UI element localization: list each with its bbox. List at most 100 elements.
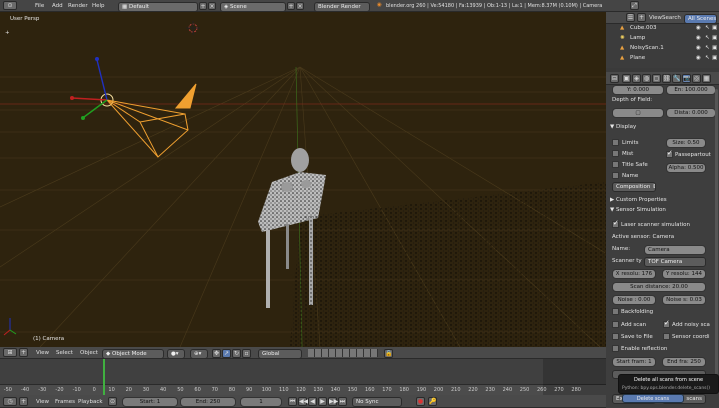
scene-add-icon[interactable]: +: [287, 2, 295, 10]
menu-file[interactable]: File: [35, 3, 44, 9]
clip-end-field[interactable]: En: 100.000: [666, 85, 716, 95]
render-icon[interactable]: ▣: [712, 25, 717, 31]
viewport-editor-type-icon[interactable]: ⊞: [3, 348, 17, 357]
render-icon[interactable]: ▣: [712, 45, 717, 51]
outliner-row[interactable]: ▲ Plane ◉ ↖ ▣: [606, 54, 719, 64]
constraints-tab-icon[interactable]: ⛓: [662, 74, 671, 83]
scale-icon[interactable]: ▫: [242, 349, 251, 358]
menu-help[interactable]: Help: [92, 3, 105, 9]
cursor-icon[interactable]: ↖: [705, 25, 710, 31]
cursor-icon[interactable]: ↖: [705, 35, 710, 41]
outliner-editor-type-icon[interactable]: ☰: [626, 13, 635, 22]
pivot-selector[interactable]: ⊕▾: [190, 349, 208, 359]
jump-end-icon[interactable]: ⏭: [338, 397, 347, 406]
passepartout-checkbox[interactable]: [666, 149, 673, 158]
editor-type-icon[interactable]: ⊙: [3, 1, 17, 10]
layout-close-icon[interactable]: ×: [208, 2, 216, 10]
layout-add-icon[interactable]: +: [199, 2, 207, 10]
render-tab-icon[interactable]: ▣: [622, 74, 631, 83]
jump-start-icon[interactable]: ⏮: [288, 397, 297, 406]
outliner-collapse-icon[interactable]: +: [637, 13, 646, 22]
world-tab-icon[interactable]: ◍: [642, 74, 651, 83]
translate-icon[interactable]: ↗: [222, 349, 231, 358]
add-scan-checkbox[interactable]: [612, 321, 619, 328]
menu-add[interactable]: Add: [52, 3, 63, 9]
add-noisy-scan-checkbox[interactable]: [663, 319, 670, 328]
outliner[interactable]: ▲ Cube.003 ◉ ↖ ▣ ✺ Lamp ◉ ↖ ▣ ▲ NoisySca…: [606, 24, 719, 68]
viewport-menu-object[interactable]: Object: [80, 350, 98, 356]
sensor-coordinates-checkbox[interactable]: [663, 333, 670, 340]
enable-reflection-checkbox[interactable]: [612, 345, 619, 352]
delete-scans-button[interactable]: Delete scans: [622, 394, 684, 403]
properties-editor-type-icon[interactable]: ⊟: [610, 74, 619, 83]
orientation-selector[interactable]: Global: [258, 349, 302, 359]
next-key-icon[interactable]: ▶▶: [328, 397, 338, 406]
save-to-file-checkbox[interactable]: [612, 333, 619, 340]
eye-icon[interactable]: ◉: [696, 55, 701, 61]
timeline-editor-type-icon[interactable]: ◷: [3, 397, 17, 406]
render-icon[interactable]: ▣: [712, 55, 717, 61]
timeline-menu-frames[interactable]: Frames: [55, 399, 75, 405]
play-icon[interactable]: ▶: [318, 397, 327, 406]
y-resolution-field[interactable]: Y resolu: 144: [662, 269, 706, 279]
timeline-collapse-icon[interactable]: +: [19, 397, 28, 406]
sensor-sim-header[interactable]: ▼ Sensor Simulation: [610, 207, 666, 213]
outliner-row[interactable]: ✺ Lamp ◉ ↖ ▣: [606, 34, 719, 44]
preview-range-icon[interactable]: ⊙: [108, 397, 117, 406]
title-safe-checkbox[interactable]: [612, 161, 619, 168]
layer-buttons[interactable]: [308, 349, 378, 357]
3d-cursor[interactable]: [186, 21, 200, 35]
prev-key-icon[interactable]: ◀◀: [298, 397, 308, 406]
outliner-menu-search[interactable]: Search: [662, 15, 681, 21]
dof-object-field[interactable]: ▢: [612, 108, 664, 118]
eye-icon[interactable]: ◉: [696, 25, 701, 31]
start-frame-field[interactable]: Start: 1: [122, 397, 178, 407]
backfolding-checkbox[interactable]: [612, 308, 619, 315]
scene-selector[interactable]: ◈ Scene: [220, 2, 286, 12]
custom-props-header[interactable]: ▶ Custom Properties: [610, 197, 667, 203]
sync-selector[interactable]: No Sync: [352, 397, 402, 407]
fullscreen-icon[interactable]: ⤢: [630, 1, 639, 10]
name-checkbox[interactable]: [612, 172, 619, 179]
play-reverse-icon[interactable]: ◀: [308, 397, 317, 406]
eye-icon[interactable]: ◉: [696, 45, 701, 51]
timeline-menu-view[interactable]: View: [36, 399, 49, 405]
scan-distance-field[interactable]: Scan distance: 20.00: [612, 282, 706, 292]
scanner-type-selector[interactable]: TOF Camera: [644, 257, 706, 267]
cursor-icon[interactable]: ↖: [705, 45, 710, 51]
scene-tab-icon[interactable]: ◈: [632, 74, 641, 83]
shading-selector[interactable]: ●▾: [167, 349, 185, 359]
outliner-filter-selector[interactable]: All Scenes: [684, 14, 717, 24]
viewport-menu-view[interactable]: View: [36, 350, 49, 356]
rotate-icon[interactable]: ↻: [232, 349, 241, 358]
clip-start-field[interactable]: Y: 0.000: [612, 85, 664, 95]
transform-gizmo[interactable]: [70, 57, 108, 120]
scene-close-icon[interactable]: ×: [296, 2, 304, 10]
keying-icon[interactable]: 🔑: [428, 397, 437, 406]
menu-render[interactable]: Render: [68, 3, 88, 9]
cursor-icon[interactable]: ↖: [705, 55, 710, 61]
viewport-collapse-icon[interactable]: +: [19, 348, 28, 357]
timeline-menu-playback[interactable]: Playback: [78, 399, 103, 405]
viewport-menu-select[interactable]: Select: [56, 350, 73, 356]
mode-selector[interactable]: ◆ Object Mode: [102, 349, 164, 359]
x-resolution-field[interactable]: X resolu: 176: [612, 269, 656, 279]
current-frame-field[interactable]: 1: [240, 397, 282, 407]
display-panel-header[interactable]: ▼ Display: [610, 124, 636, 130]
render-engine-selector[interactable]: Blender Render: [314, 2, 370, 12]
laser-sim-checkbox[interactable]: [612, 219, 619, 228]
texture-tab-icon[interactable]: ▦: [702, 74, 711, 83]
noise-sigma-field[interactable]: Noise s: 0.03: [662, 295, 706, 305]
alpha-field[interactable]: Alpha: 0.500: [666, 163, 706, 173]
outliner-row[interactable]: ▲ NoisyScan.1 ◉ ↖ ▣: [606, 44, 719, 54]
modifier-tab-icon[interactable]: 🔧: [672, 74, 681, 83]
noise-mu-field[interactable]: Noise : 0.00: [612, 295, 656, 305]
render-icon[interactable]: ▣: [712, 35, 717, 41]
object-tab-icon[interactable]: ▢: [652, 74, 661, 83]
properties-scrollbar[interactable]: [715, 89, 718, 389]
physics-tab-icon[interactable]: ◎: [692, 74, 701, 83]
start-frame-prop-field[interactable]: Start fram: 1: [612, 357, 656, 367]
mist-checkbox[interactable]: [612, 150, 619, 157]
end-frame-prop-field[interactable]: End fra: 250: [662, 357, 706, 367]
sensor-name-field[interactable]: Camera: [644, 245, 706, 255]
